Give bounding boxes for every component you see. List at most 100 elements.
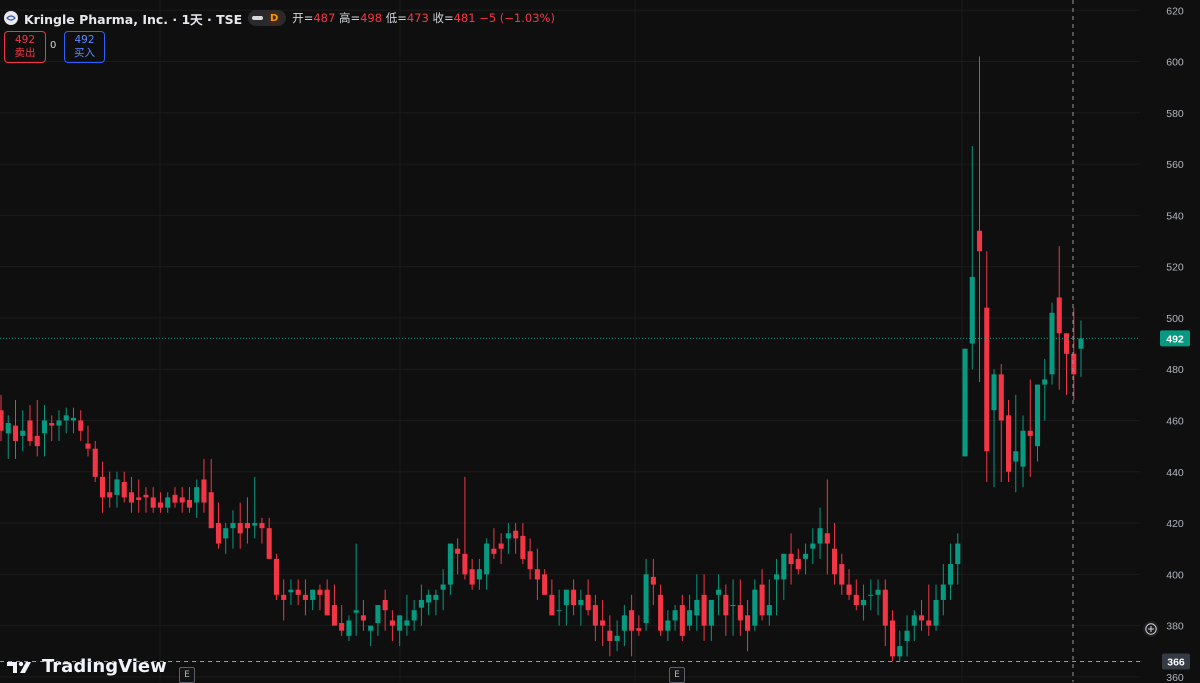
candle-body <box>875 589 881 595</box>
candle-body <box>259 523 265 529</box>
sell-button[interactable]: 492 卖出 <box>4 31 46 63</box>
candle-body <box>447 543 453 585</box>
candle-body <box>128 492 135 503</box>
candle-body <box>897 646 903 657</box>
candlestick-chart[interactable]: 620 600 580 560 540 520 500 480 460 440 420 400 380 3… <box>0 0 1200 682</box>
symbol-header: Kringle Pharma, Inc. · 1天 · TSE D 开=487 … <box>4 9 555 27</box>
candle-body <box>382 599 388 611</box>
chart-grid <box>0 0 1140 682</box>
candle-body <box>513 530 519 539</box>
candle-body <box>324 589 330 616</box>
candle-body <box>201 479 207 503</box>
candle-body <box>774 574 780 580</box>
candle-body <box>121 482 127 498</box>
candle-body <box>947 564 954 585</box>
candle-body <box>824 533 830 544</box>
candle-body <box>1056 297 1062 334</box>
candle-body <box>672 610 678 621</box>
candle-body <box>5 423 11 434</box>
price-tick-label: 580 <box>1166 108 1184 120</box>
candle-body <box>498 543 504 549</box>
interval-badge: D <box>267 11 282 25</box>
price-tick-label: 520 <box>1166 262 1184 274</box>
tradingview-logo[interactable]: TradingView <box>6 656 167 677</box>
candle-body <box>542 574 548 595</box>
candle-body <box>223 528 229 539</box>
candle-body <box>563 589 569 606</box>
candle-body <box>288 589 294 593</box>
symbol-title[interactable]: Kringle Pharma, Inc. · 1天 · TSE <box>24 9 242 28</box>
candle-body <box>469 569 475 585</box>
candle-body <box>70 417 77 421</box>
candle-body <box>723 594 729 616</box>
candle-body <box>157 502 163 508</box>
buy-price: 492 <box>74 34 95 46</box>
price-tick-label: 540 <box>1166 210 1184 222</box>
candle-body <box>20 430 26 436</box>
candle-body <box>397 615 403 631</box>
candle-body <box>41 420 48 434</box>
candle-body <box>34 435 40 447</box>
price-tick-label: 600 <box>1166 57 1184 69</box>
price-tick-label: 380 <box>1166 621 1184 633</box>
buy-button[interactable]: 492 买入 <box>64 31 105 63</box>
interval-pill[interactable]: D <box>248 10 287 26</box>
candle-body <box>998 374 1004 421</box>
candle-body <box>273 558 279 595</box>
candle-body <box>0 410 4 431</box>
candle-body <box>745 615 751 631</box>
low-label: 低= <box>385 11 407 25</box>
brand-name: TradingView <box>42 656 167 677</box>
candle-body <box>650 576 656 585</box>
candle-body <box>578 599 584 606</box>
candle-body <box>853 594 859 606</box>
visibility-toggle-icon[interactable] <box>252 16 264 20</box>
candle-body <box>433 594 439 600</box>
earnings-marker[interactable]: E <box>669 667 685 683</box>
candle-body <box>150 497 156 508</box>
candle-body <box>1078 338 1084 349</box>
candle-body <box>389 620 395 626</box>
earnings-marker[interactable]: E <box>179 667 195 683</box>
candle-body <box>78 420 84 431</box>
candle-body <box>600 620 606 626</box>
candle-body <box>940 584 946 600</box>
candle-body <box>527 551 533 570</box>
candle-body <box>346 620 352 636</box>
candle-body <box>317 589 323 595</box>
candle-body <box>12 425 19 441</box>
tradingview-icon <box>7 661 31 673</box>
candle-body <box>984 307 990 452</box>
candle-body <box>1042 379 1048 385</box>
candle-body <box>339 623 345 631</box>
sell-label: 卖出 <box>14 47 36 59</box>
candle-body <box>556 610 562 612</box>
candle-body <box>919 615 925 621</box>
candle-body <box>208 492 214 529</box>
open-value: 487 <box>313 11 336 25</box>
add-alert-icon[interactable] <box>1143 621 1159 637</box>
candle-body <box>56 420 62 426</box>
candle-body <box>904 630 910 641</box>
candle-body <box>911 615 917 626</box>
candle-body <box>679 605 685 636</box>
candle-body <box>136 497 142 500</box>
candle-series <box>0 56 1084 662</box>
high-value: 498 <box>360 11 383 25</box>
candle-body <box>969 276 975 344</box>
candle-body <box>788 553 794 565</box>
candle-body <box>418 599 424 608</box>
candle-body <box>484 543 490 575</box>
candle-body <box>63 415 69 421</box>
price-tick-label: 480 <box>1166 364 1184 376</box>
candle-body <box>614 635 620 641</box>
candle-body <box>368 625 374 631</box>
candle-body <box>310 589 316 600</box>
candle-body <box>658 594 664 631</box>
candle-body <box>585 594 591 611</box>
candle-body <box>926 620 932 626</box>
candle-body <box>701 594 707 626</box>
candle-body <box>817 528 823 544</box>
candle-body <box>491 548 497 554</box>
candle-body <box>976 230 983 252</box>
